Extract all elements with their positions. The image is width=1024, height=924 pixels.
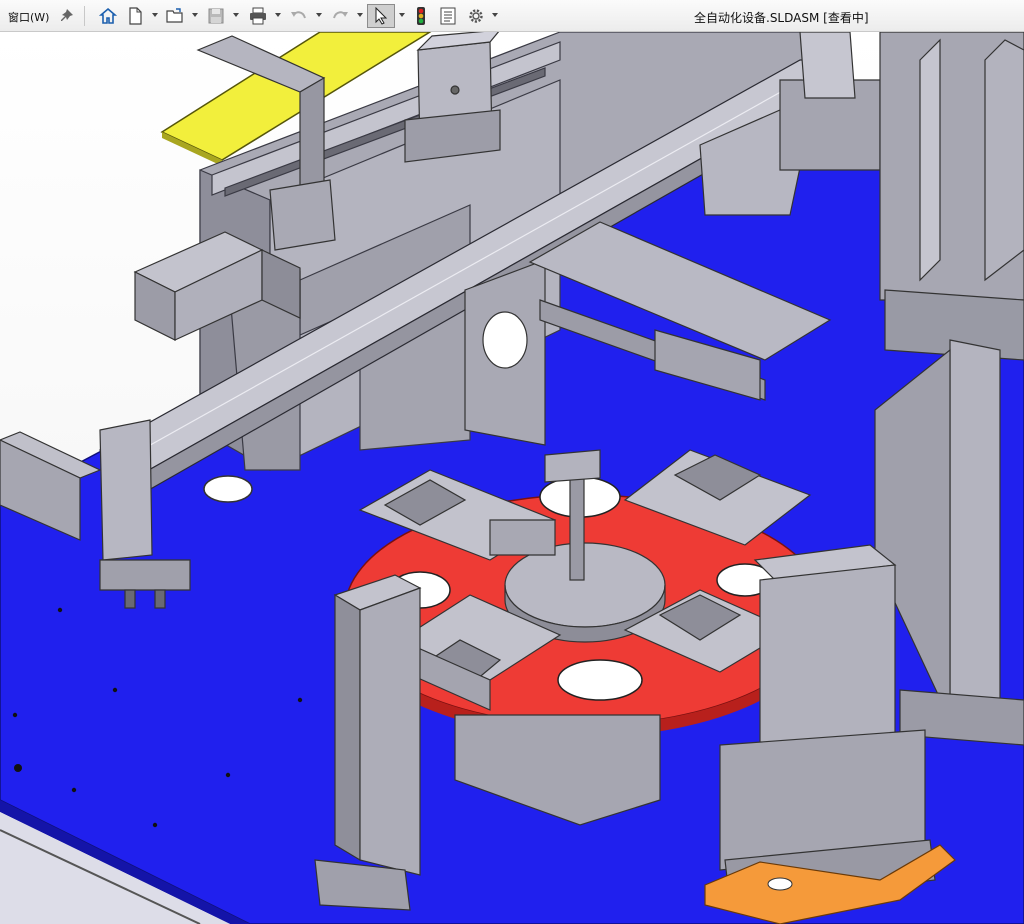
open-folder-icon[interactable] (163, 4, 187, 28)
vertical-cylinder[interactable] (404, 32, 501, 163)
assembly-model-view (0, 32, 1024, 924)
new-dropdown-icon[interactable] (152, 13, 158, 17)
new-document-icon[interactable] (124, 4, 146, 28)
options-gear-icon[interactable] (465, 4, 487, 28)
window-menu[interactable]: 窗口(W) (8, 9, 49, 25)
open-dropdown-icon[interactable] (192, 13, 198, 17)
undo-icon[interactable] (287, 4, 311, 28)
select-pointer-icon[interactable] (367, 4, 395, 28)
undo-dropdown-icon[interactable] (316, 13, 322, 17)
graphics-area[interactable] (0, 32, 1024, 924)
select-dropdown-icon[interactable] (399, 13, 405, 17)
rebuild-traffic-light-icon[interactable] (410, 4, 432, 28)
save-icon[interactable] (204, 4, 228, 28)
home-icon[interactable] (96, 4, 120, 28)
print-dropdown-icon[interactable] (275, 13, 281, 17)
motor-mount-plate[interactable] (464, 259, 546, 446)
command-toolbar: 窗口(W) 全自动化设备.SLDASM [查看中] (0, 0, 1024, 32)
save-dropdown-icon[interactable] (233, 13, 239, 17)
redo-dropdown-icon[interactable] (357, 13, 363, 17)
file-properties-icon[interactable] (436, 4, 460, 28)
document-title: 全自动化设备.SLDASM [查看中] (694, 11, 869, 25)
redo-icon[interactable] (328, 4, 352, 28)
options-dropdown-icon[interactable] (492, 13, 498, 17)
print-icon[interactable] (245, 4, 271, 28)
pin-icon[interactable] (58, 4, 76, 28)
